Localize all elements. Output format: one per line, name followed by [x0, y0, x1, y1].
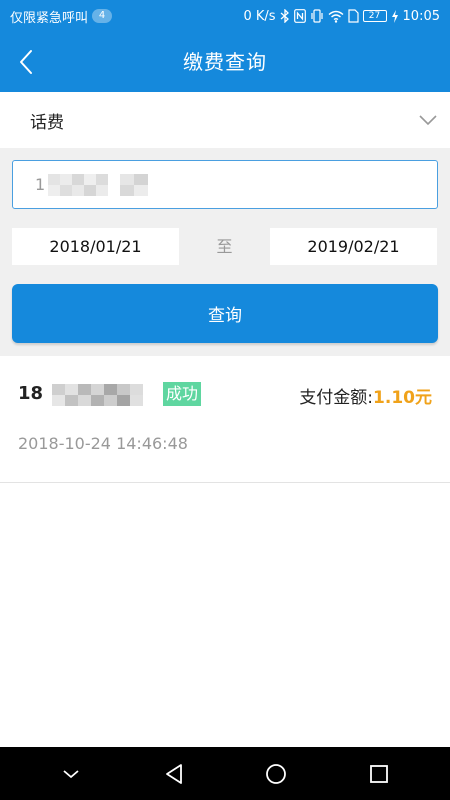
- square-recents-icon: [369, 764, 388, 783]
- status-right: 0 K/s 27 10:05: [243, 9, 440, 24]
- result-phone: 18: [18, 383, 44, 404]
- notification-count-badge: 4: [92, 9, 113, 23]
- payment-type-label: 话费: [30, 112, 64, 133]
- chevron-down-icon: [63, 769, 79, 778]
- payment-amount: 支付金额:1.10元: [299, 383, 432, 408]
- list-item: 18 成功 支付金额:1.10元 2018-10-24 14:46:48: [0, 356, 450, 483]
- amount-value: 1.10元: [373, 388, 432, 408]
- privacy-mosaic: [52, 384, 143, 406]
- sim-icon: [347, 9, 359, 23]
- amount-label: 支付金额:: [299, 388, 374, 408]
- payment-type-dropdown[interactable]: 话费: [0, 92, 450, 148]
- result-timestamp: 2018-10-24 14:46:48: [18, 434, 188, 453]
- circle-home-icon: [266, 763, 287, 784]
- end-date-picker[interactable]: 2019/02/21: [270, 228, 437, 265]
- nfc-icon: [293, 9, 306, 23]
- chevron-down-icon: [419, 115, 437, 126]
- date-separator: 至: [216, 237, 233, 256]
- query-form: 2018/01/21 至 2019/02/21 查询: [0, 148, 450, 356]
- status-bar: 仅限紧急呼叫 4 0 K/s 27 10:05: [0, 0, 450, 32]
- triangle-back-icon: [165, 763, 182, 784]
- carrier-text: 仅限紧急呼叫: [10, 10, 89, 26]
- nav-home-button[interactable]: [246, 747, 306, 800]
- status-badge: 成功: [163, 382, 202, 406]
- wifi-icon: [328, 10, 344, 23]
- clock-time: 10:05: [402, 8, 440, 24]
- network-speed: 0 K/s: [243, 8, 276, 24]
- page-title: 缴费查询: [183, 50, 267, 74]
- nav-recents-button[interactable]: [349, 747, 409, 800]
- app-header: 缴费查询: [0, 32, 450, 92]
- status-left: 仅限紧急呼叫 4: [10, 7, 113, 26]
- start-date-picker[interactable]: 2018/01/21: [12, 228, 179, 265]
- bluetooth-icon: [280, 9, 290, 23]
- nav-back-button[interactable]: [144, 747, 204, 800]
- query-button[interactable]: 查询: [12, 284, 438, 343]
- vibrate-icon: [310, 9, 324, 23]
- charging-icon: [391, 9, 399, 23]
- nav-collapse-button[interactable]: [41, 747, 101, 800]
- battery-icon: 27: [362, 10, 387, 22]
- system-nav-bar: [0, 747, 450, 800]
- phone-number-input[interactable]: [12, 160, 438, 209]
